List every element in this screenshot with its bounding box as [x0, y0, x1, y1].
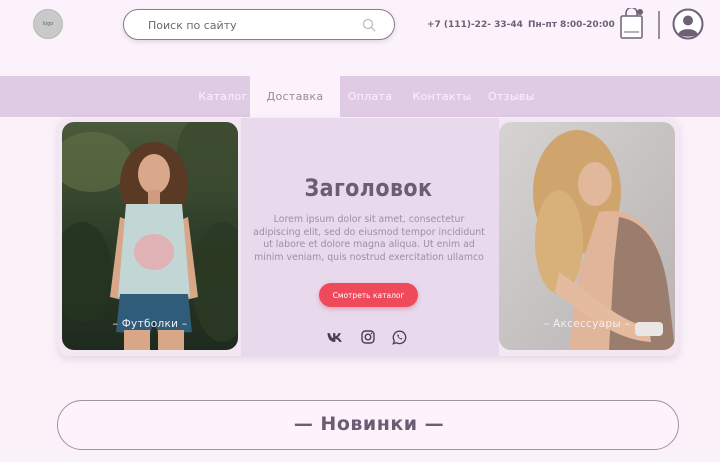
phone-number[interactable]: +7 (111)-22- 33-44: [427, 20, 523, 30]
header: logo +7 (111)-22- 33-44 Пн-пт 8:00-20:00: [0, 0, 720, 76]
search-icon[interactable]: [362, 18, 376, 32]
shopping-bag-icon[interactable]: [619, 8, 645, 40]
tshirts-caption: – Футболки –: [112, 318, 188, 330]
hero-description: Lorem ipsum dolor sit amet, consectetur …: [253, 214, 485, 263]
vk-icon[interactable]: [327, 329, 343, 345]
tshirts-card[interactable]: – Футболки –: [62, 122, 238, 350]
logo-text: logo: [42, 21, 54, 27]
nav-item-catalog[interactable]: Каталог: [196, 76, 250, 117]
tshirts-photo: [62, 122, 238, 350]
nav-item-delivery[interactable]: Доставка: [250, 76, 340, 117]
accessories-photo: [499, 122, 675, 350]
hero-title: Заголовок: [304, 174, 433, 202]
new-arrivals-title: — Новинки —: [293, 413, 445, 435]
view-catalog-button[interactable]: Смотреть каталог: [319, 283, 418, 307]
user-icon[interactable]: [672, 8, 704, 40]
nav-item-reviews[interactable]: Отзывы: [488, 76, 534, 117]
main-nav: Каталог Доставка Оплата Контакты Отзывы: [0, 76, 720, 117]
nav-item-payment[interactable]: Оплата: [344, 76, 396, 117]
search-bar[interactable]: [123, 9, 395, 40]
instagram-icon[interactable]: [360, 329, 376, 345]
header-divider: [658, 11, 660, 39]
nav-item-contacts[interactable]: Контакты: [412, 76, 472, 117]
new-arrivals-section: — Новинки —: [57, 400, 679, 450]
whatsapp-icon[interactable]: [391, 329, 407, 345]
accessories-caption: – Аксессуары –: [543, 318, 631, 330]
accessories-card[interactable]: – Аксессуары –: [499, 122, 675, 350]
search-input[interactable]: [148, 16, 348, 34]
logo[interactable]: logo: [33, 9, 63, 39]
working-hours: Пн-пт 8:00-20:00: [528, 20, 615, 30]
